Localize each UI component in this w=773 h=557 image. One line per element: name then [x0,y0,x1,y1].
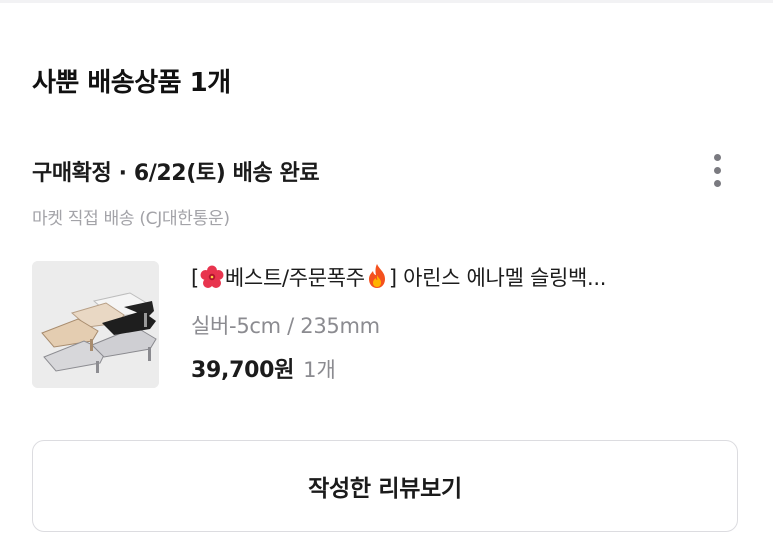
product-name-rest: ] 아린스 에나멜 슬링백... [388,266,607,290]
order-status: 구매확정 · 6/22(토) 배송 완료 [32,161,320,186]
product-quantity: 1개 [303,358,336,382]
more-vertical-icon-dot [713,166,721,174]
view-review-button[interactable]: 작성한 리뷰보기 [32,440,738,532]
product-name-tag: 베스트/주문폭주 [224,266,365,290]
product-name-open: [ [191,266,199,290]
more-vertical-icon-dot [713,179,721,187]
product-price: 39,700원 [191,358,295,383]
fire-emoji-icon [368,264,385,288]
product-thumbnail[interactable] [32,261,159,388]
more-options-button[interactable] [700,148,734,192]
shoes-image-icon [32,261,159,388]
hibiscus-emoji-icon [200,265,224,288]
view-review-button-label: 작성한 리뷰보기 [308,476,462,502]
top-divider [0,0,773,3]
more-vertical-icon [713,153,721,161]
product-option: 실버-5cm / 235mm [191,314,380,338]
product-name[interactable]: [ 베스트/주문폭주 ] 아린스 에나멜 슬링백... [191,262,721,292]
delivery-method: 마켓 직접 배송 (CJ대한통운) [32,209,230,229]
product-price-row: 39,700원 1개 [191,352,336,384]
section-title: 사뿐 배송상품 1개 [32,68,231,98]
